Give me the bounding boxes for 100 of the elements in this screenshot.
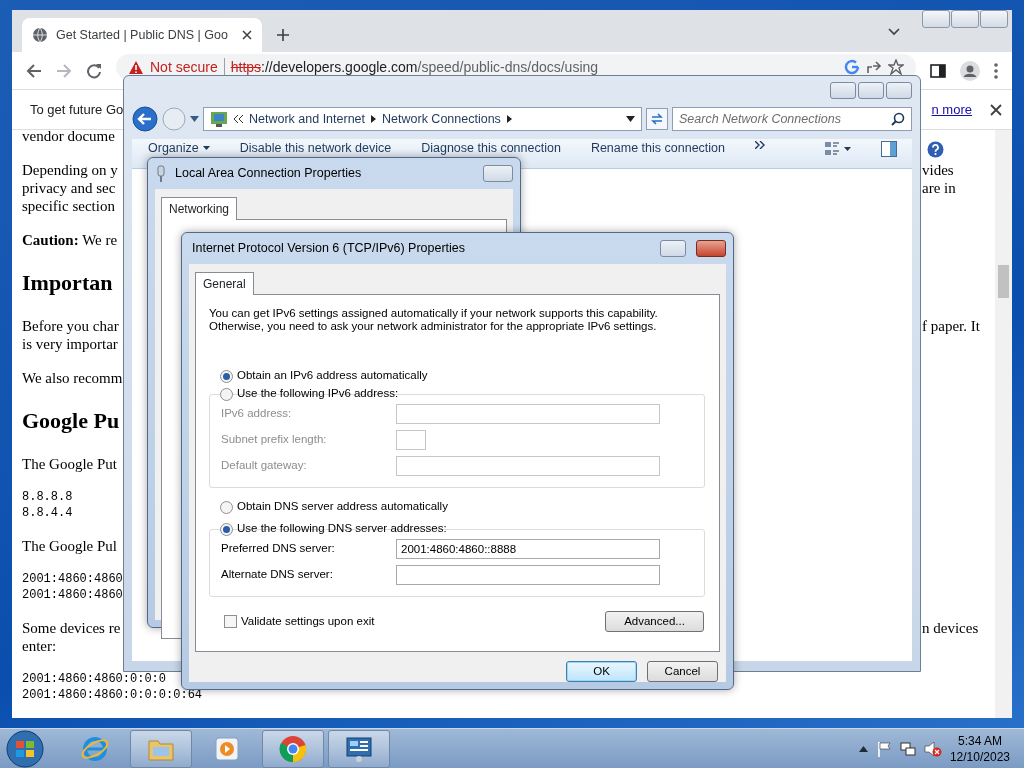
url-text: https://developers.google.com/speed/public-dns/docs/using (230, 59, 599, 75)
paragraph-text: vendor docume (22, 130, 116, 145)
input-field[interactable]: 2001:4860:4860::8888 (396, 539, 660, 559)
network-icon[interactable] (899, 740, 916, 757)
breadcrumb-item[interactable]: Network Connections (382, 109, 501, 129)
close-icon[interactable] (990, 103, 1002, 116)
muted-speaker-icon[interactable] (923, 740, 942, 757)
window-title: Internet Protocol Version 6 (TCP/IPv6) Properties (192, 240, 467, 258)
dialog-tab[interactable]: General (195, 272, 254, 295)
toolbar-button[interactable]: Disable this network device (239, 141, 392, 155)
code-text: 2001:4860:4860:0:0:0:0:64 (22, 687, 203, 703)
code-text: 2001:4860:4860 (22, 587, 123, 603)
close-icon[interactable] (242, 30, 252, 40)
show-hidden-icon[interactable] (858, 745, 868, 752)
paragraph-text: Caution: We re (22, 231, 119, 249)
code-text: 8.8.4.4 (22, 505, 74, 521)
window-title: Local Area Connection Properties (175, 165, 363, 183)
scrollbar-thumb[interactable] (998, 265, 1009, 298)
description-text: You can get IPv6 settings assigned automatically if your network supports this capability. Otherwise, you need to ask your network administrator for the appropriate IPv6 settings. (209, 307, 659, 333)
preview-pane-icon[interactable] (881, 141, 897, 157)
heading: Importan (22, 269, 114, 297)
breadcrumb-item[interactable]: Network and Internet (249, 109, 366, 129)
field-label: IPv6 address: (221, 406, 293, 422)
flag-icon[interactable] (875, 740, 892, 757)
chrome-icon (279, 734, 307, 763)
heading: Google Pu (22, 407, 121, 435)
paragraph-text: n devices (922, 619, 979, 637)
security-warning[interactable]: Not secure (150, 59, 218, 75)
paragraph-text: f paper. It (922, 317, 980, 335)
view-icon[interactable] (825, 141, 851, 157)
share-icon[interactable] (866, 59, 882, 75)
star-icon[interactable] (888, 59, 904, 75)
dialog-tab[interactable]: Networking (161, 197, 238, 220)
browser-icon (81, 734, 109, 763)
address-bar[interactable]: Network and Internet Network Connections (203, 107, 642, 131)
radio-button[interactable] (220, 387, 233, 401)
field-label: Default gateway: (221, 458, 308, 474)
advanced-button[interactable]: Advanced... (605, 611, 704, 632)
reload-icon[interactable] (86, 62, 102, 79)
back-icon[interactable] (132, 106, 158, 132)
paragraph-text: Some devices re (22, 619, 122, 637)
dropdown-icon (202, 146, 210, 150)
paragraph-text: enter: (22, 637, 58, 655)
radio-button[interactable] (220, 369, 233, 383)
dialog-button[interactable]: OK (566, 661, 637, 682)
search-icon[interactable] (891, 112, 905, 126)
more-icon[interactable] (755, 141, 765, 149)
toolbar-button[interactable]: Organize (148, 141, 210, 155)
chevron-down-icon[interactable] (888, 28, 900, 36)
browser-tab[interactable]: Get Started | Public DNS | Goo (22, 18, 262, 52)
toolbar-button[interactable]: Diagnose this connection (421, 141, 561, 155)
scrollbar[interactable] (995, 130, 1012, 718)
paragraph-text: The Google Pul (22, 537, 118, 555)
radio-button[interactable] (220, 522, 233, 536)
clock[interactable]: 5:34 AM 12/10/2023 (949, 732, 1010, 765)
menu-icon[interactable] (994, 62, 998, 79)
side-panel-icon[interactable] (930, 62, 946, 79)
toolbar-button[interactable]: Rename this connection (590, 141, 725, 155)
breadcrumb-arrow-icon[interactable] (506, 115, 512, 123)
paragraph-text: Before you char (22, 317, 120, 335)
dropdown-icon[interactable] (626, 116, 635, 122)
radio-label[interactable]: Obtain an IPv6 address automatically (237, 367, 428, 385)
help-icon[interactable] (927, 141, 944, 158)
media-player-icon (213, 734, 241, 763)
paragraph-text: privacy and sec (22, 179, 117, 197)
paragraph-text: vides (922, 161, 954, 179)
infobar-message: To get future Go (30, 100, 124, 119)
paragraph-text: Depending on y (22, 161, 119, 179)
taskbar-button[interactable] (328, 729, 390, 768)
field-label: Preferred DNS server: (221, 541, 336, 557)
search-field[interactable]: Search Network Connections (672, 107, 912, 131)
dialog-button[interactable]: Cancel (647, 661, 718, 682)
breadcrumb-arrow-icon[interactable] (371, 115, 377, 123)
refresh-icon[interactable] (646, 108, 668, 130)
code-text: 2001:4860:4860 (22, 571, 123, 587)
field-label: Alternate DNS server: (221, 567, 334, 583)
globe-icon (32, 27, 48, 43)
paragraph-text: is very importar (22, 335, 119, 353)
radio-button[interactable] (220, 500, 233, 514)
paragraph-text: are in (922, 179, 956, 197)
radio-label[interactable]: Obtain DNS server address automatically (237, 498, 448, 516)
radio-label[interactable]: Use the following IPv6 address: (237, 385, 399, 403)
paragraph-text: The Google Put (22, 455, 118, 473)
new-tab-icon[interactable] (276, 28, 290, 42)
input-field[interactable] (396, 565, 660, 585)
back-icon[interactable] (26, 62, 42, 79)
start-button[interactable] (6, 729, 44, 768)
warning-icon (128, 59, 144, 75)
radio-label[interactable]: Use the following DNS server addresses: (237, 520, 447, 538)
double-chevron-icon (234, 115, 243, 123)
control-panel-icon (345, 734, 373, 763)
g-icon[interactable] (844, 59, 860, 75)
profile-icon[interactable] (960, 60, 980, 81)
code-text: 8.8.8.8 (22, 489, 74, 505)
validate-checkbox[interactable]: Validate settings upon exit (224, 612, 375, 631)
field-label: Subnet prefix length: (221, 432, 328, 448)
paragraph-text: specific section (22, 197, 116, 215)
code-text: 2001:4860:4860:0:0:0 (22, 671, 167, 687)
learn-more-link[interactable]: n more (931, 99, 972, 120)
paragraph-text: We also recomm (22, 369, 123, 387)
